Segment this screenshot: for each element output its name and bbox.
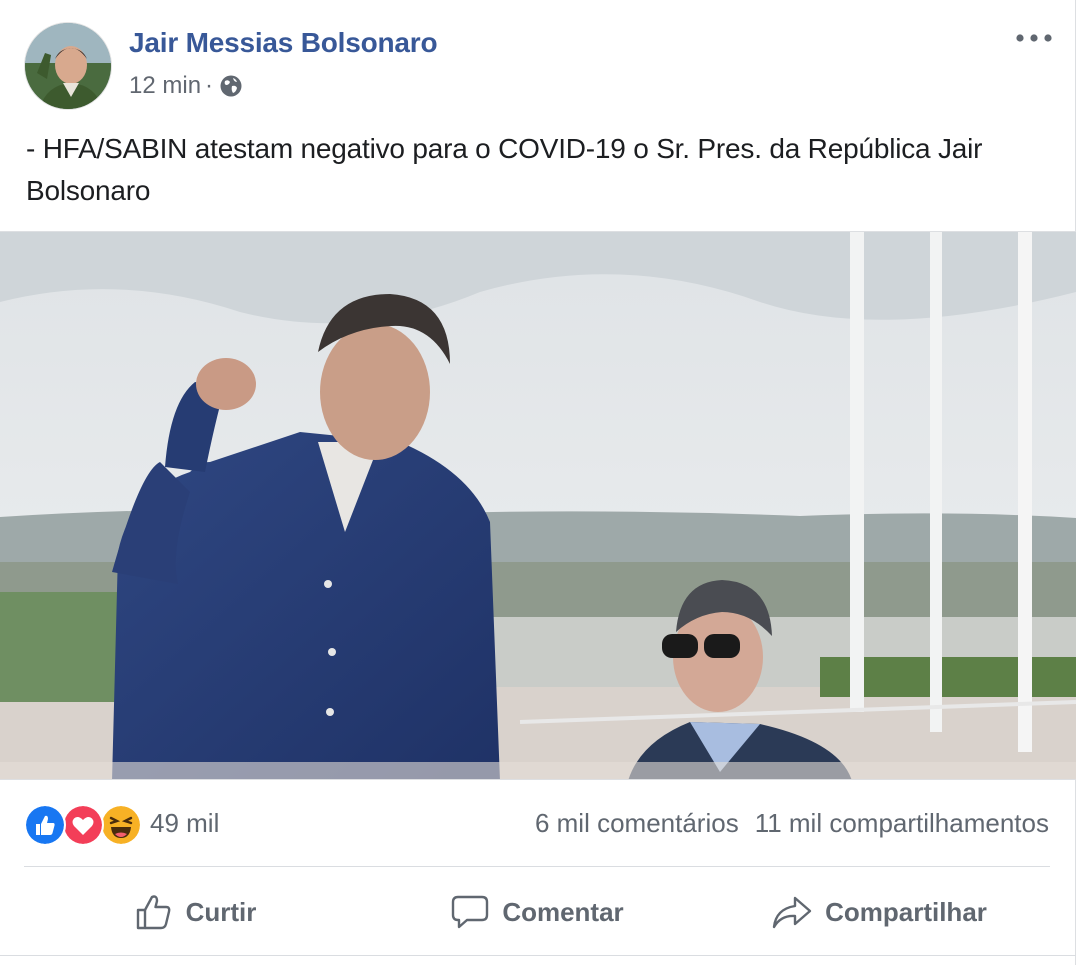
facebook-post: Jair Messias Bolsonaro 12 min · - HFA/SA…	[0, 0, 1076, 965]
reactions-summary[interactable]: 49 mil	[24, 802, 220, 846]
more-options-icon[interactable]	[1014, 28, 1054, 48]
comments-count-link[interactable]: 6 mil comentários	[535, 808, 739, 839]
globe-icon[interactable]	[219, 74, 243, 98]
post-photo[interactable]	[0, 231, 1076, 780]
love-icon	[62, 804, 104, 846]
divider	[24, 866, 1050, 867]
thumbs-up-icon	[136, 895, 170, 930]
like-button[interactable]: Curtir	[24, 870, 366, 954]
post-timestamp[interactable]: 12 min	[129, 72, 201, 100]
reaction-icons	[24, 802, 144, 846]
speech-bubble-icon	[452, 895, 489, 929]
post-meta: 12 min ·	[129, 72, 243, 100]
like-icon	[24, 804, 66, 846]
avatar-photo	[25, 23, 111, 109]
engagement-counts: 6 mil comentários 11 mil compartilhament…	[535, 808, 1049, 839]
comment-button[interactable]: Comentar	[366, 870, 708, 954]
bottom-divider	[0, 955, 1076, 956]
share-button-label: Compartilhar	[825, 896, 987, 927]
photo-image	[0, 232, 1076, 779]
post-header: Jair Messias Bolsonaro 12 min ·	[0, 0, 1076, 120]
comment-button-label: Comentar	[502, 896, 624, 927]
like-button-label: Curtir	[185, 896, 257, 927]
post-text: - HFA/SABIN atestam negativo para o COVI…	[26, 133, 983, 206]
reaction-count: 49 mil	[150, 807, 220, 838]
author-avatar[interactable]	[24, 22, 112, 110]
share-button[interactable]: Compartilhar	[708, 870, 1050, 954]
author-name-link[interactable]: Jair Messias Bolsonaro	[129, 27, 438, 59]
share-arrow-icon	[772, 896, 812, 929]
meta-separator: ·	[205, 72, 214, 99]
post-actions: Curtir Comentar Compartilhar	[24, 870, 1050, 954]
haha-icon	[100, 804, 142, 846]
shares-count-link[interactable]: 11 mil compartilhamentos	[755, 808, 1049, 839]
